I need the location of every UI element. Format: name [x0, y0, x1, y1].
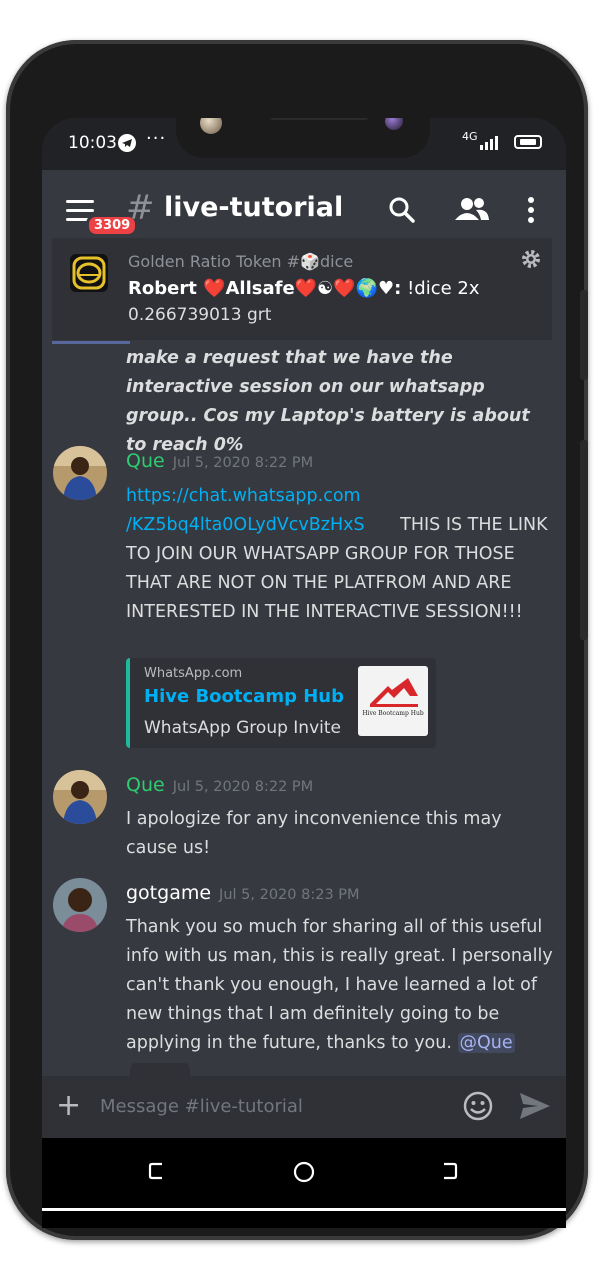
message-body: Thank you so much for sharing all of thi… [126, 913, 556, 1058]
channel-title: live-tutorial [164, 192, 344, 223]
pinned-command: !dice 2x [401, 278, 480, 299]
telegram-icon [118, 134, 136, 152]
gear-icon[interactable] [520, 248, 542, 270]
message-author[interactable]: Que Jul 5, 2020 8:22 PM [126, 450, 313, 472]
members-icon[interactable] [454, 196, 490, 224]
search-icon[interactable] [388, 196, 416, 224]
message-body: https://chat.whatsapp.com /KZ5bq4lta0OLy… [126, 482, 556, 627]
earpiece [269, 118, 369, 120]
send-icon[interactable] [518, 1090, 552, 1122]
more-notifications-icon: ··· [146, 128, 167, 149]
user-mention[interactable]: @Que [457, 1033, 515, 1053]
whatsapp-link-path[interactable]: /KZ5bq4lta0OLydVcvBzHxS [126, 515, 365, 535]
embed-thumbnail[interactable]: Hive Bootcamp Hub [358, 666, 428, 736]
embed-provider: WhatsApp.com [144, 666, 243, 681]
thumbnail-caption: Hive Bootcamp Hub [362, 710, 424, 717]
message-text: I apologize for any inconvenience this m… [126, 809, 502, 858]
power-button [580, 440, 588, 640]
message-composer: + Message #live-tutorial [42, 1076, 566, 1138]
status-bar: 10:03 ··· 4G [42, 118, 566, 170]
avatar[interactable] [53, 446, 107, 500]
pinned-source: Golden Ratio Token #🎲dice [128, 252, 354, 271]
status-time: 10:03 [68, 133, 117, 153]
back-icon[interactable] [438, 1160, 460, 1182]
pinned-amount: 0.266739013 grt [128, 305, 272, 325]
message-author[interactable]: gotgame Jul 5, 2020 8:23 PM [126, 882, 360, 904]
emoji-icon[interactable] [462, 1090, 494, 1122]
embed-description: WhatsApp Group Invite [144, 718, 341, 738]
volume-button [580, 290, 588, 380]
message-input[interactable]: Message #live-tutorial [100, 1096, 303, 1117]
gesture-line [42, 1208, 566, 1211]
pinned-user: Robert ❤️Allsafe❤️☯❤️🌍♥: [128, 278, 402, 299]
add-attachment-button[interactable]: + [56, 1088, 81, 1123]
link-embed[interactable]: WhatsApp.com Hive Bootcamp Hub WhatsApp … [126, 658, 436, 748]
author-name[interactable]: Que [126, 774, 165, 796]
message-continuation: make a request that we have the interact… [126, 348, 530, 455]
phone-frame: 10:03 ··· 4G 3309 # live-tutorial Golden… [6, 40, 588, 1240]
home-icon[interactable] [292, 1160, 316, 1184]
pinned-bot-message[interactable]: Golden Ratio Token #🎲dice Robert ❤️Allsa… [52, 238, 552, 340]
author-name[interactable]: Que [126, 450, 165, 472]
bot-avatar [70, 254, 108, 292]
app-screen: 10:03 ··· 4G 3309 # live-tutorial Golden… [42, 118, 566, 1228]
battery-icon [514, 135, 542, 149]
channel-hash-icon: # [126, 188, 155, 228]
message-author[interactable]: Que Jul 5, 2020 8:22 PM [126, 774, 313, 796]
embed-title[interactable]: Hive Bootcamp Hub [144, 686, 344, 707]
avatar[interactable] [53, 878, 107, 932]
pinned-user-line: Robert ❤️Allsafe❤️☯❤️🌍♥: !dice 2x [128, 278, 480, 299]
overflow-menu-icon[interactable] [526, 196, 536, 224]
message-timestamp: Jul 5, 2020 8:22 PM [172, 455, 314, 471]
whatsapp-link[interactable]: https://chat.whatsapp.com [126, 486, 361, 506]
android-nav-bar [42, 1138, 566, 1228]
signal-icon [480, 136, 498, 150]
author-name[interactable]: gotgame [126, 882, 211, 904]
message-timestamp: Jul 5, 2020 8:23 PM [219, 887, 360, 903]
avatar[interactable] [53, 770, 107, 824]
network-type: 4G [462, 130, 478, 143]
message-timestamp: Jul 5, 2020 8:22 PM [172, 779, 314, 795]
scroll-indicator [52, 341, 130, 344]
recent-apps-icon[interactable] [146, 1160, 168, 1182]
